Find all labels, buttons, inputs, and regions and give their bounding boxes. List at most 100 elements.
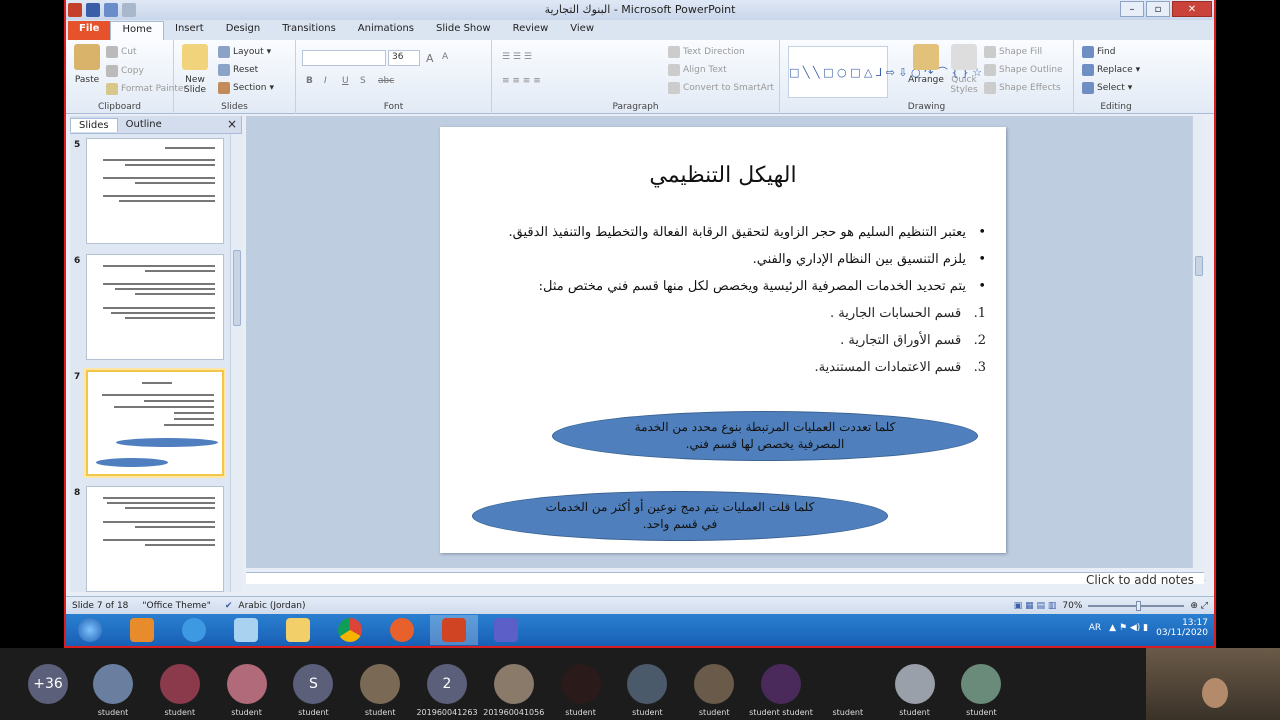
- participant-tile[interactable]: student: [80, 648, 146, 720]
- input-language[interactable]: AR: [1089, 623, 1101, 633]
- thumbnail-slide-6[interactable]: 6: [70, 254, 228, 364]
- slide-canvas[interactable]: الهيكل التنظيمي • يعتبر التنظيم السليم هو…: [440, 127, 1006, 553]
- participant-tile[interactable]: student: [147, 648, 213, 720]
- presenter-video[interactable]: [1146, 648, 1280, 720]
- paste-button[interactable]: Paste: [72, 44, 102, 85]
- participant-tile[interactable]: student: [347, 648, 413, 720]
- slides-pane-scrollbar[interactable]: [230, 134, 242, 592]
- participant-tile[interactable]: student: [882, 648, 948, 720]
- participant-tile[interactable]: student: [614, 648, 680, 720]
- tab-design[interactable]: Design: [215, 21, 272, 40]
- powerpoint-taskbar-icon[interactable]: [430, 615, 478, 645]
- firefox-icon[interactable]: [378, 615, 426, 645]
- thumbnail-slide-7[interactable]: 7: [70, 370, 228, 480]
- clock[interactable]: 13:17 03/11/2020: [1156, 618, 1208, 638]
- participant-tile[interactable]: student: [214, 648, 280, 720]
- fit-to-window-icon[interactable]: ⊕ ⤢: [1190, 601, 1208, 611]
- text-direction-button[interactable]: Text Direction: [668, 46, 745, 58]
- shape-fill-button[interactable]: Shape Fill: [984, 46, 1042, 58]
- tray-icons[interactable]: ▲ ⚑ ◀) ▮: [1109, 623, 1148, 633]
- tab-animations[interactable]: Animations: [347, 21, 425, 40]
- participant-tile[interactable]: 201960041056: [481, 648, 547, 720]
- layout-button[interactable]: Layout ▾: [218, 46, 271, 58]
- bullet-item[interactable]: • يتم تحديد الخدمات المصرفية الرئيسية ويخ…: [539, 279, 986, 294]
- scrollbar-thumb[interactable]: [1195, 256, 1203, 276]
- ellipse-shape-1[interactable]: كلما تعددت العمليات المرتبطة بنوع محدد م…: [552, 411, 978, 461]
- find-button[interactable]: Find: [1082, 46, 1115, 58]
- slide-title[interactable]: الهيكل التنظيمي: [440, 163, 1006, 188]
- thumbnail-slide-5[interactable]: 5: [70, 138, 228, 248]
- cut-button[interactable]: Cut: [106, 46, 137, 58]
- grow-font-button[interactable]: A: [426, 52, 434, 65]
- bullet-item[interactable]: • يلزم التنسيق بين النظام الإداري والفني.: [753, 252, 986, 267]
- tab-slides[interactable]: Slides: [70, 117, 118, 132]
- participant-tile[interactable]: student: [548, 648, 614, 720]
- close-icon[interactable]: ✕: [1172, 1, 1212, 17]
- participant-tile[interactable]: 2 201960041263: [414, 648, 480, 720]
- spellcheck-icon[interactable]: ✔: [225, 601, 233, 611]
- tab-transitions[interactable]: Transitions: [271, 21, 347, 40]
- align-text-button[interactable]: Align Text: [668, 64, 727, 76]
- teams-icon[interactable]: [482, 615, 530, 645]
- italic-button[interactable]: I: [324, 76, 327, 86]
- close-icon[interactable]: ×: [227, 117, 237, 131]
- copy-button[interactable]: Copy: [106, 65, 144, 77]
- language-indicator[interactable]: Arabic (Jordan): [238, 601, 305, 611]
- tab-view[interactable]: View: [559, 21, 605, 40]
- file-explorer-icon[interactable]: [274, 615, 322, 645]
- align-text-label: Align Text: [683, 65, 727, 75]
- minimize-icon[interactable]: –: [1120, 1, 1144, 17]
- tab-slide-show[interactable]: Slide Show: [425, 21, 502, 40]
- participant-tile[interactable]: student: [681, 648, 747, 720]
- thumbnail-slide-8[interactable]: 8: [70, 486, 228, 596]
- shrink-font-button[interactable]: A: [442, 52, 448, 62]
- new-slide-button[interactable]: New Slide: [178, 44, 212, 95]
- strikethrough-button[interactable]: abc: [378, 76, 394, 86]
- replace-button[interactable]: Replace ▾: [1082, 64, 1140, 76]
- shape-effects-button[interactable]: Shape Effects: [984, 82, 1061, 94]
- reset-button[interactable]: Reset: [218, 64, 258, 76]
- participant-tile[interactable]: student: [948, 648, 1014, 720]
- app-icon[interactable]: [222, 615, 270, 645]
- participant-tile[interactable]: student: [815, 648, 881, 720]
- tab-file[interactable]: File: [68, 21, 111, 40]
- align-icon[interactable]: ≡ ≡ ≡ ≡: [502, 76, 541, 86]
- bullets-icon[interactable]: ☰ ☰ ☰: [502, 52, 532, 62]
- bold-button[interactable]: B: [306, 76, 313, 86]
- shadow-button[interactable]: S: [360, 76, 366, 86]
- scrollbar-thumb[interactable]: [233, 250, 241, 326]
- numbered-item[interactable]: 1. قسم الحسابات الجارية .: [830, 306, 986, 321]
- editor-scrollbar[interactable]: [1192, 116, 1204, 568]
- ellipse-shape-2[interactable]: كلما قلت العمليات يتم دمج نوعين أو أكثر …: [472, 491, 888, 541]
- participant-tile[interactable]: Sstudent: [280, 648, 346, 720]
- media-player-icon[interactable]: [118, 615, 166, 645]
- tab-review[interactable]: Review: [502, 21, 560, 40]
- zoom-level[interactable]: 70%: [1062, 601, 1082, 611]
- shape-outline-button[interactable]: Shape Outline: [984, 64, 1063, 76]
- tab-outline[interactable]: Outline: [118, 118, 170, 131]
- internet-explorer-icon[interactable]: [170, 615, 218, 645]
- arrange-button[interactable]: Arrange: [908, 44, 944, 85]
- numbered-item[interactable]: 3. قسم الاعتمادات المستندية.: [815, 360, 986, 375]
- zoom-slider[interactable]: [1088, 600, 1185, 611]
- font-size-combo[interactable]: 36: [388, 50, 420, 66]
- shapes-gallery[interactable]: □ ╲ ╲ □ ○ □ △ ⅃ ⇨ ⇩ ○ ↷ ⌒ { } ☆: [788, 46, 982, 98]
- notes-pane[interactable]: Click to add notes: [246, 572, 1204, 584]
- underline-button[interactable]: U: [342, 76, 349, 86]
- tab-insert[interactable]: Insert: [164, 21, 215, 40]
- chevron-down-icon: ▾: [1127, 83, 1133, 93]
- participant-count-tile[interactable]: +36: [14, 648, 80, 720]
- chrome-icon[interactable]: [326, 615, 374, 645]
- start-button[interactable]: [66, 615, 114, 645]
- quick-styles-button[interactable]: Quick Styles: [948, 44, 980, 95]
- convert-smartart-button[interactable]: Convert to SmartArt: [668, 82, 774, 94]
- participant-tile[interactable]: student student: [748, 648, 814, 720]
- font-name-combo[interactable]: [302, 50, 386, 66]
- maximize-icon[interactable]: ▫: [1146, 1, 1170, 17]
- view-buttons[interactable]: ▣ ▦ ▤ ▥: [1014, 601, 1057, 611]
- select-button[interactable]: Select ▾: [1082, 82, 1132, 94]
- bullet-item[interactable]: • يعتبر التنظيم السليم هو حجر الزاوية لتح…: [508, 225, 986, 240]
- section-button[interactable]: Section ▾: [218, 82, 274, 94]
- numbered-item[interactable]: 2. قسم الأوراق التجارية .: [840, 333, 986, 348]
- tab-home[interactable]: Home: [110, 21, 164, 40]
